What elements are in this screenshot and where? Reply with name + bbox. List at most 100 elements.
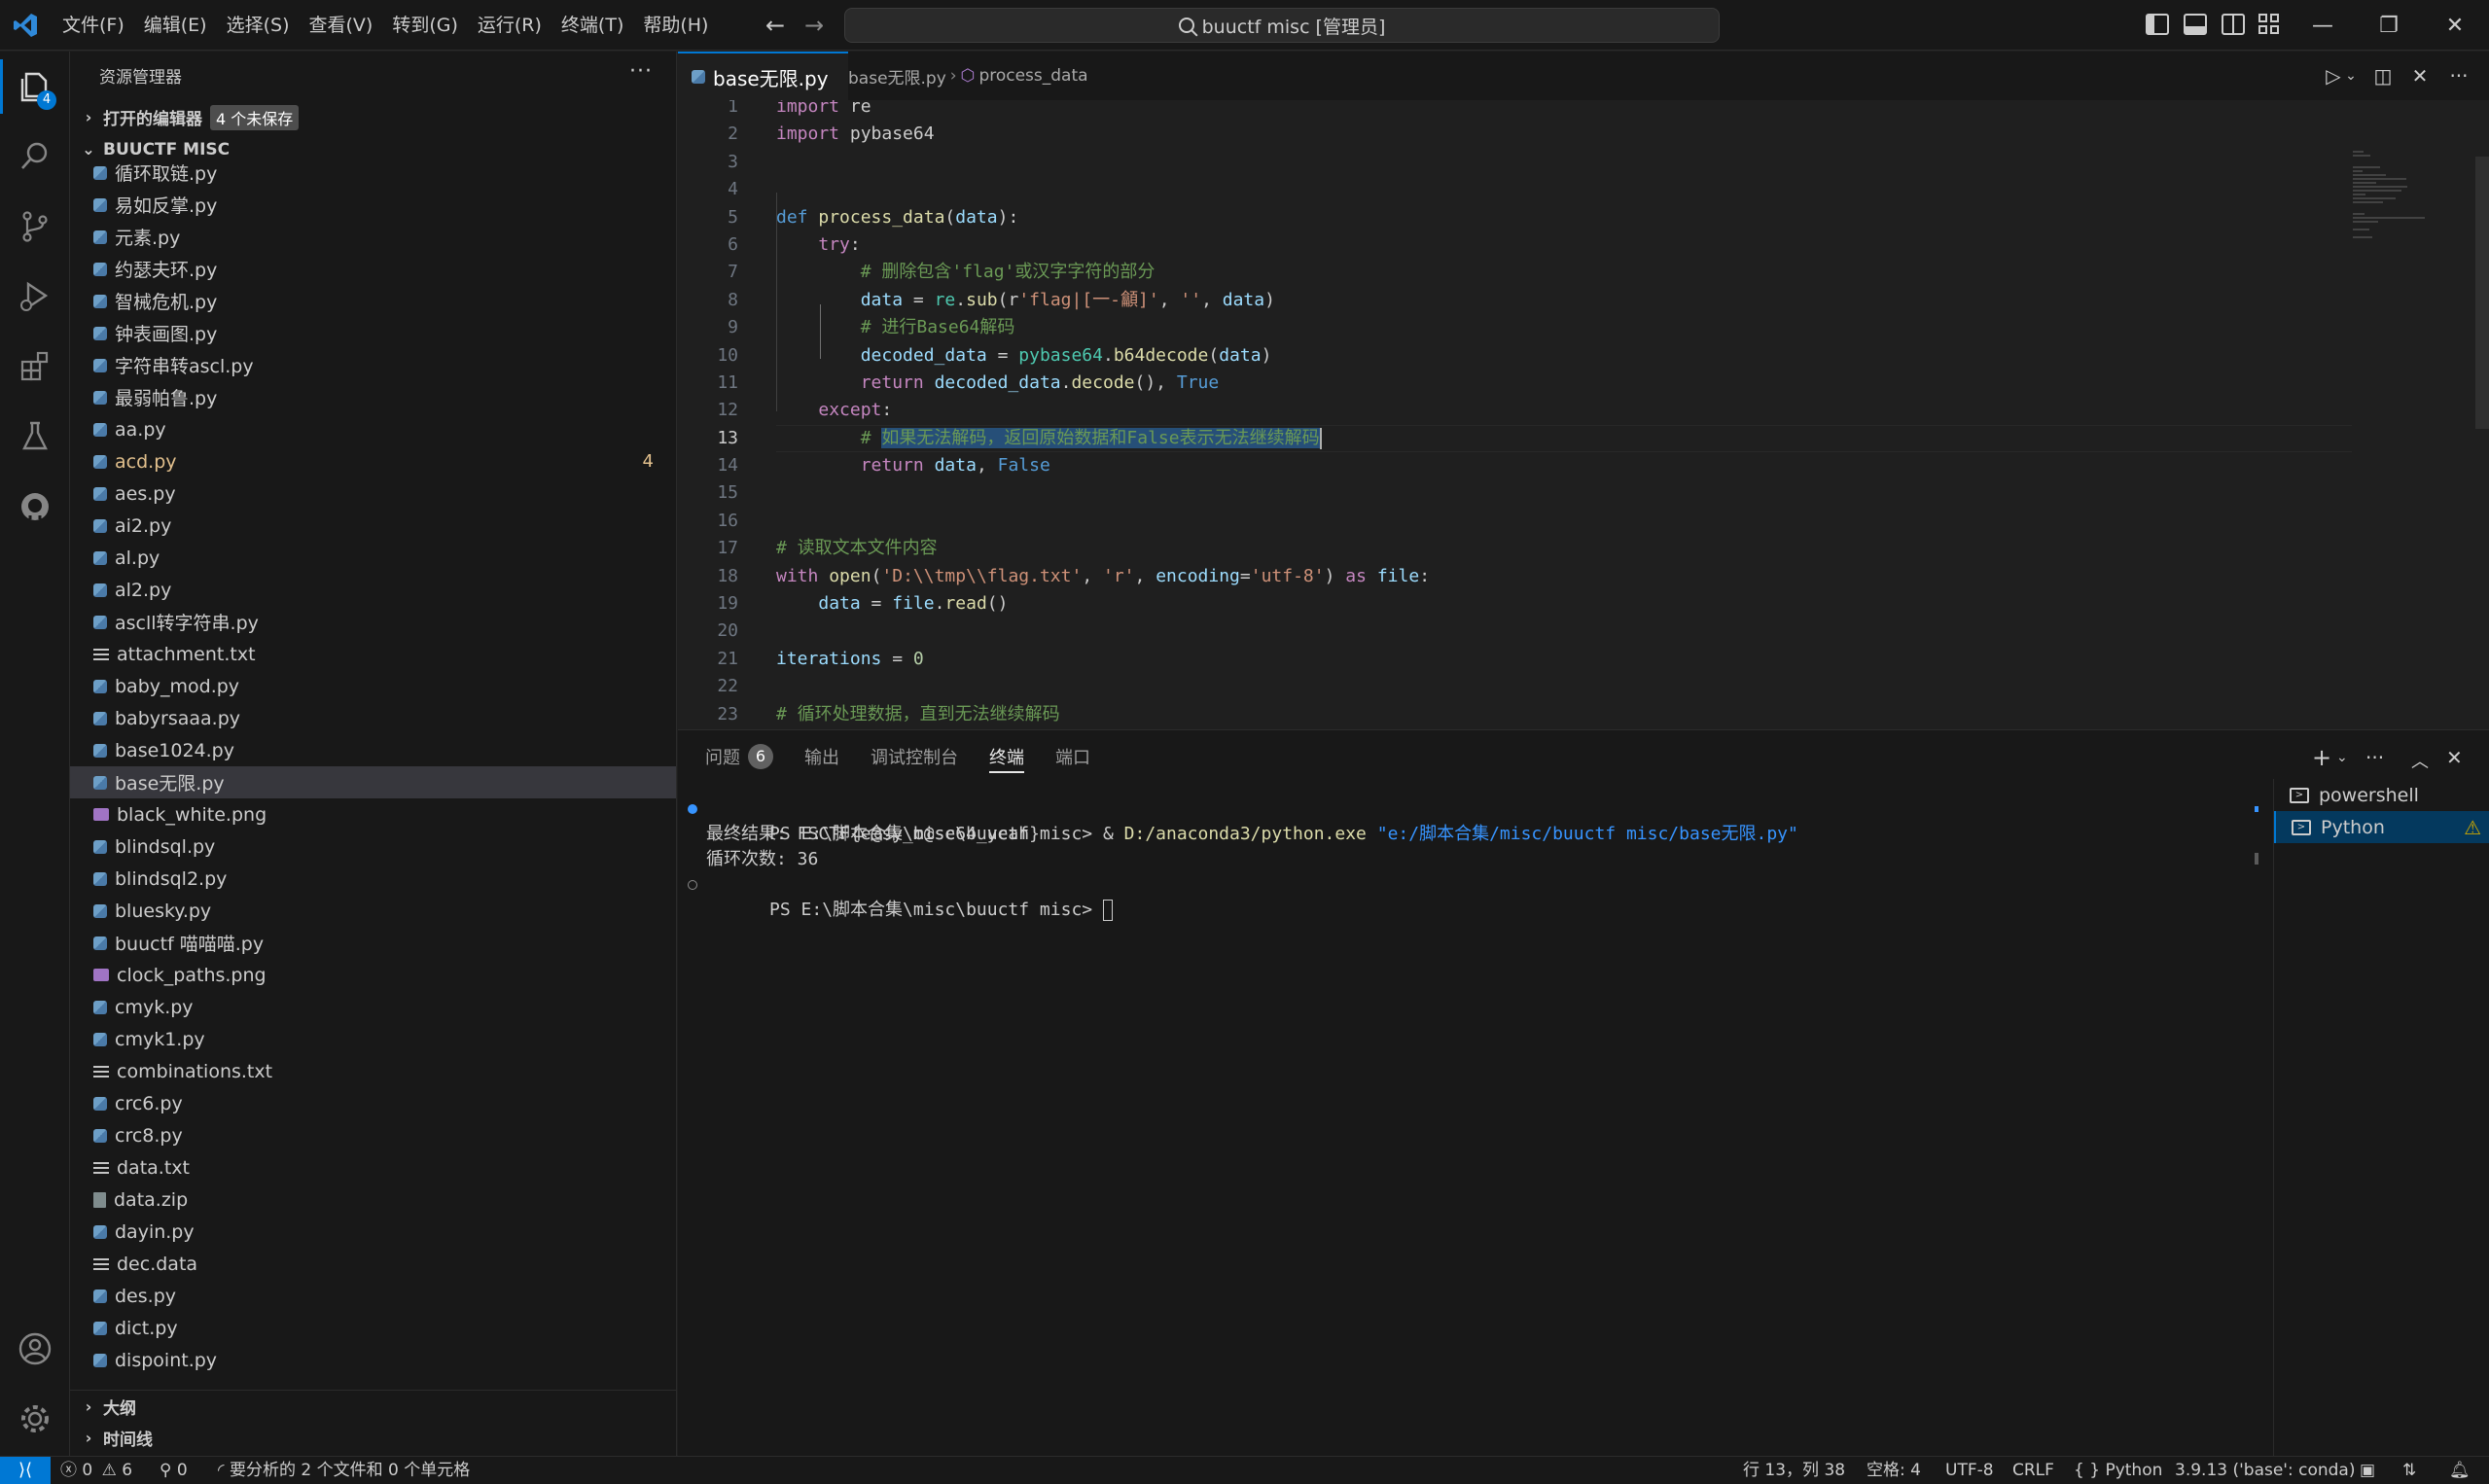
accounts-icon[interactable] xyxy=(0,1318,70,1380)
maximize-panel-icon[interactable]: ︿ xyxy=(2411,748,2429,773)
file-item[interactable]: 易如反掌.py xyxy=(70,189,676,221)
ports-status[interactable]: ⚲ 0 xyxy=(160,1457,188,1484)
more-actions-icon[interactable]: ··· xyxy=(2444,63,2473,88)
command-center-search[interactable]: buuctf misc [管理员] xyxy=(844,8,1720,43)
more-actions-icon[interactable]: ··· xyxy=(2365,746,2384,769)
run-file-icon[interactable]: ▷ xyxy=(2322,63,2345,88)
extensions-icon[interactable] xyxy=(0,336,70,398)
panel-tab[interactable]: 输出 xyxy=(804,730,839,783)
panel-tab[interactable]: 调试控制台 xyxy=(871,730,958,783)
more-actions-icon[interactable]: ··· xyxy=(629,59,653,84)
file-item[interactable]: babyrsaaa.py xyxy=(70,702,676,734)
menu-item[interactable]: 查看(V) xyxy=(300,0,383,51)
file-item[interactable]: data.txt xyxy=(70,1151,676,1184)
forward-arrow-icon[interactable]: → xyxy=(800,12,828,39)
copilot-icon[interactable]: ▣ xyxy=(2360,1457,2375,1484)
github-icon[interactable] xyxy=(0,476,70,538)
panel-tab[interactable]: 问题 6 xyxy=(705,730,773,783)
timeline-section[interactable]: › 时间线 xyxy=(70,1422,676,1454)
file-item[interactable]: base无限.py xyxy=(70,766,676,798)
split-editor-icon[interactable]: ◫ xyxy=(2370,63,2396,88)
file-item[interactable]: 约瑟夫环.py xyxy=(70,253,676,285)
file-item[interactable]: acd.py 4 xyxy=(70,445,676,477)
eol-status[interactable]: CRLF xyxy=(2012,1457,2054,1484)
open-editors-section[interactable]: › 打开的编辑器 4 个未保存 xyxy=(70,101,676,133)
file-item[interactable]: dispoint.py xyxy=(70,1344,676,1376)
file-item[interactable]: baby_mod.py xyxy=(70,670,676,702)
file-item[interactable]: buuctf 喵喵喵.py xyxy=(70,927,676,959)
file-item[interactable]: clock_paths.png xyxy=(70,959,676,991)
file-item[interactable]: blindsql.py xyxy=(70,830,676,863)
outline-section[interactable]: › 大纲 xyxy=(70,1390,676,1422)
folder-section[interactable]: ⌄ BUUCTF MISC xyxy=(70,133,676,165)
menu-item[interactable]: 编辑(E) xyxy=(134,0,217,51)
file-item[interactable]: 智械危机.py xyxy=(70,285,676,317)
minimap[interactable] xyxy=(2353,149,2431,265)
toggle-primary-sidebar-icon[interactable] xyxy=(2146,14,2169,35)
file-item[interactable]: crc6.py xyxy=(70,1087,676,1119)
file-item[interactable]: aes.py xyxy=(70,477,676,510)
breadcrumb-file[interactable]: base无限.py xyxy=(848,64,946,88)
back-arrow-icon[interactable]: ← xyxy=(762,12,789,39)
file-item[interactable]: dict.py xyxy=(70,1312,676,1344)
file-item[interactable]: ai2.py xyxy=(70,510,676,542)
search-icon[interactable] xyxy=(0,125,70,188)
file-item[interactable]: al.py xyxy=(70,542,676,574)
editor-tab[interactable]: base无限.py xyxy=(678,52,848,100)
settings-gear-icon[interactable] xyxy=(0,1388,70,1450)
language-status[interactable]: { } Python xyxy=(2074,1457,2162,1484)
file-item[interactable]: 元素.py xyxy=(70,221,676,253)
menu-item[interactable]: 文件(F) xyxy=(53,0,134,51)
terminal-instance[interactable]: > powershell xyxy=(2274,779,2489,811)
file-item[interactable]: bluesky.py xyxy=(70,895,676,927)
file-item[interactable]: dec.data xyxy=(70,1248,676,1280)
terminal-instance[interactable]: > Python ⚠ xyxy=(2274,811,2489,843)
file-item[interactable]: blindsql2.py xyxy=(70,863,676,895)
run-and-debug-icon[interactable] xyxy=(0,265,70,328)
file-item[interactable]: data.zip xyxy=(70,1184,676,1216)
file-item[interactable]: crc8.py xyxy=(70,1119,676,1151)
close-panel-icon[interactable]: ✕ xyxy=(2446,746,2463,769)
file-item[interactable]: ascll转字符串.py xyxy=(70,606,676,638)
file-item[interactable]: des.py xyxy=(70,1280,676,1312)
source-control-icon[interactable] xyxy=(0,195,70,258)
panel-tab[interactable]: 终端 xyxy=(989,730,1024,783)
file-item[interactable]: dayin.py xyxy=(70,1216,676,1248)
indentation-status[interactable]: 空格: 4 xyxy=(1867,1457,1921,1484)
file-item[interactable]: base1024.py xyxy=(70,734,676,766)
menu-item[interactable]: 选择(S) xyxy=(217,0,300,51)
toggle-panel-icon[interactable] xyxy=(2184,14,2207,35)
restore-icon[interactable]: ❐ xyxy=(2357,0,2421,51)
toggle-secondary-sidebar-icon[interactable] xyxy=(2222,14,2245,35)
menu-item[interactable]: 转到(G) xyxy=(382,0,468,51)
file-item[interactable]: 钟表画图.py xyxy=(70,317,676,349)
terminal-output[interactable]: PS E:\脚本合集\misc\buuctf misc> & D:/anacon… xyxy=(678,796,2254,1438)
file-item[interactable]: 字符串转ascl.py xyxy=(70,349,676,381)
code-view[interactable]: 1 import re 2 import pybase64 3 4 5 def process… xyxy=(678,100,2489,729)
close-window-icon[interactable]: ✕ xyxy=(2423,0,2487,51)
encoding-status[interactable]: UTF-8 xyxy=(1945,1457,1994,1484)
close-editor-icon[interactable]: ✕ xyxy=(2407,63,2433,88)
interpreter-status[interactable]: 3.9.13 ('base': conda) xyxy=(2175,1457,2355,1484)
explorer-icon[interactable]: 4 xyxy=(0,55,70,118)
minimize-icon[interactable]: — xyxy=(2291,0,2355,51)
file-item[interactable]: 最弱帕鲁.py xyxy=(70,381,676,413)
file-item[interactable]: cmyk1.py xyxy=(70,1023,676,1055)
editor-scrollbar[interactable] xyxy=(2475,157,2489,429)
file-item[interactable]: combinations.txt xyxy=(70,1055,676,1087)
file-item[interactable]: aa.py xyxy=(70,413,676,445)
problems-status[interactable]: ⓧ 0 ⚠ 6 xyxy=(60,1457,132,1484)
new-terminal-icon[interactable]: + xyxy=(2312,744,2331,771)
file-item[interactable]: al2.py xyxy=(70,574,676,606)
menu-item[interactable]: 帮助(H) xyxy=(633,0,718,51)
testing-icon[interactable] xyxy=(0,406,70,468)
customize-layout-icon[interactable] xyxy=(2258,14,2282,35)
cursor-position[interactable]: 行 13，列 38 xyxy=(1743,1457,1845,1484)
menu-item[interactable]: 运行(R) xyxy=(468,0,551,51)
file-item[interactable]: cmyk.py xyxy=(70,991,676,1023)
notifications-bell-icon[interactable]: 🔔︎ xyxy=(2449,1457,2471,1484)
chevron-down-icon[interactable]: ⌄ xyxy=(2336,750,2348,765)
file-item[interactable]: attachment.txt xyxy=(70,638,676,670)
chevron-down-icon[interactable]: ⌄ xyxy=(2343,63,2359,88)
panel-tab[interactable]: 端口 xyxy=(1055,730,1090,783)
